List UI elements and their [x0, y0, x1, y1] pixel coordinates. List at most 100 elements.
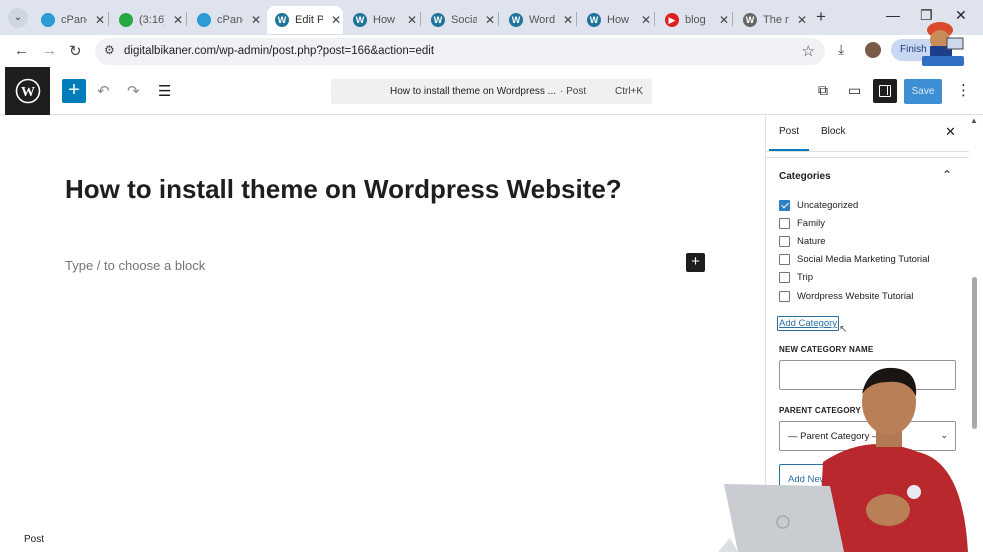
close-tab-icon[interactable]: ✕: [251, 13, 261, 27]
browser-tab[interactable]: W The n ✕: [735, 6, 807, 34]
browser-tab[interactable]: W Edit P ✕: [267, 6, 343, 34]
category-label: Nature: [797, 235, 826, 247]
download-icon[interactable]: ⤓: [838, 41, 844, 58]
cpanel-icon: [197, 13, 211, 27]
shortcut-hint: Ctrl+K: [615, 86, 644, 97]
category-label: Uncategorized: [797, 199, 859, 211]
category-label: Family: [797, 217, 825, 229]
category-checkbox[interactable]: [779, 290, 790, 302]
breadcrumb[interactable]: Post: [24, 534, 44, 545]
tab-separator: [654, 12, 655, 26]
tab-label: cPane: [217, 14, 243, 26]
category-item[interactable]: Uncategorized: [779, 198, 858, 212]
tab-label: How: [373, 14, 396, 26]
close-tab-icon[interactable]: ✕: [173, 13, 183, 27]
close-tab-icon[interactable]: ✕: [331, 13, 341, 27]
options-menu-icon[interactable]: ⋮: [956, 81, 971, 99]
chevron-up-icon[interactable]: ⌃: [942, 168, 952, 182]
wordpress-icon: W: [743, 13, 757, 27]
reload-icon[interactable]: ↻: [69, 42, 82, 60]
tab-separator: [732, 12, 733, 26]
close-tab-icon[interactable]: ✕: [407, 13, 417, 27]
browser-tab[interactable]: ▶ blog ✕: [657, 6, 729, 34]
tab-label: The n: [763, 14, 789, 26]
category-item[interactable]: Social Media Marketing Tutorial: [779, 252, 930, 266]
tab-separator: [576, 12, 577, 26]
inline-inserter-button[interactable]: +: [686, 253, 705, 272]
cpanel-icon: [41, 13, 55, 27]
close-tab-icon[interactable]: ✕: [641, 13, 651, 27]
browser-tab[interactable]: (3:16) ✕: [111, 6, 183, 34]
whatsapp-icon: [119, 13, 133, 27]
add-category-link[interactable]: Add Category: [777, 316, 840, 331]
category-item[interactable]: Nature: [779, 234, 826, 248]
bookmark-star-icon[interactable]: ☆: [802, 42, 815, 60]
new-tab-button[interactable]: +: [816, 7, 826, 27]
browser-tab[interactable]: cPane ✕: [189, 6, 261, 34]
tab-separator: [108, 12, 109, 26]
tab-block[interactable]: Block: [821, 126, 845, 137]
site-settings-icon[interactable]: ⚙: [104, 43, 115, 57]
close-tab-icon[interactable]: ✕: [797, 13, 807, 27]
category-item[interactable]: Wordpress Website Tutorial: [779, 289, 913, 303]
preview-icon[interactable]: ▭: [848, 82, 861, 99]
browser-tab[interactable]: cPane ✕: [33, 6, 105, 34]
command-palette-bar[interactable]: How to install theme on Wordpress ... · …: [331, 79, 652, 104]
tab-post[interactable]: Post: [779, 126, 799, 137]
scroll-up-arrow[interactable]: ▲: [970, 116, 978, 125]
block-inserter-button[interactable]: +: [62, 79, 86, 103]
view-post-icon[interactable]: ⧉: [818, 82, 828, 99]
category-checkbox[interactable]: [779, 253, 790, 265]
category-item[interactable]: Family: [779, 216, 825, 230]
tab-label: blog: [685, 14, 706, 26]
wordpress-logo[interactable]: W: [5, 67, 50, 115]
forward-icon[interactable]: →: [42, 42, 57, 59]
close-tab-icon[interactable]: ✕: [95, 13, 105, 27]
block-placeholder[interactable]: Type / to choose a block: [65, 258, 205, 273]
tab-label: Edit P: [295, 14, 323, 26]
tab-label: cPane: [61, 14, 87, 26]
wordpress-icon: W: [15, 78, 40, 104]
undo-icon[interactable]: ↶: [97, 82, 110, 100]
svg-text:W: W: [21, 85, 35, 100]
divider: [766, 157, 969, 158]
tab-label: Word: [529, 14, 555, 26]
category-checkbox[interactable]: [779, 271, 790, 283]
settings-sidebar-toggle[interactable]: [873, 79, 897, 103]
categories-panel-title[interactable]: Categories: [779, 171, 831, 182]
tab-search-button[interactable]: ⌄: [8, 8, 28, 28]
tab-separator: [186, 12, 187, 26]
mouse-cursor-icon: ↖: [839, 324, 848, 335]
browser-tab[interactable]: W Word ✕: [501, 6, 573, 34]
category-checkbox[interactable]: [779, 217, 790, 229]
save-button[interactable]: Save: [904, 79, 942, 104]
address-bar[interactable]: ⚙ digitalbikaner.com/wp-admin/post.php?p…: [95, 38, 825, 65]
browser-tab[interactable]: W Social ✕: [423, 6, 495, 34]
browser-tab[interactable]: W How ✕: [345, 6, 417, 34]
category-label: Social Media Marketing Tutorial: [797, 253, 930, 265]
redo-icon[interactable]: ↷: [127, 82, 140, 100]
profile-avatar[interactable]: [865, 42, 881, 58]
category-item[interactable]: Trip: [779, 270, 813, 284]
wordpress-icon: W: [509, 13, 523, 27]
category-checkbox[interactable]: [779, 235, 790, 247]
divider: [766, 151, 969, 152]
category-checkbox[interactable]: [779, 199, 790, 211]
channel-logo: [922, 22, 964, 66]
post-title[interactable]: How to install theme on Wordpress Websit…: [65, 174, 622, 205]
presenter-video-overlay: [718, 367, 968, 552]
wordpress-icon: W: [431, 13, 445, 27]
close-sidebar-icon[interactable]: ✕: [945, 124, 956, 140]
minimize-icon[interactable]: —: [886, 7, 900, 23]
category-label: Wordpress Website Tutorial: [797, 290, 914, 302]
document-overview-icon[interactable]: ☰: [158, 82, 171, 100]
editor-header: W + ↶ ↷ ☰ How to install theme on Wordpr…: [0, 67, 983, 115]
close-tab-icon[interactable]: ✕: [485, 13, 495, 27]
close-tab-icon[interactable]: ✕: [719, 13, 729, 27]
back-icon[interactable]: ←: [14, 42, 29, 59]
browser-tab[interactable]: W How ✕: [579, 6, 651, 34]
youtube-icon: ▶: [665, 13, 679, 27]
browser-toolbar: ← → ↻ ⚙ digitalbikaner.com/wp-admin/post…: [0, 35, 983, 67]
tab-label: How: [607, 14, 630, 26]
close-tab-icon[interactable]: ✕: [563, 13, 573, 27]
